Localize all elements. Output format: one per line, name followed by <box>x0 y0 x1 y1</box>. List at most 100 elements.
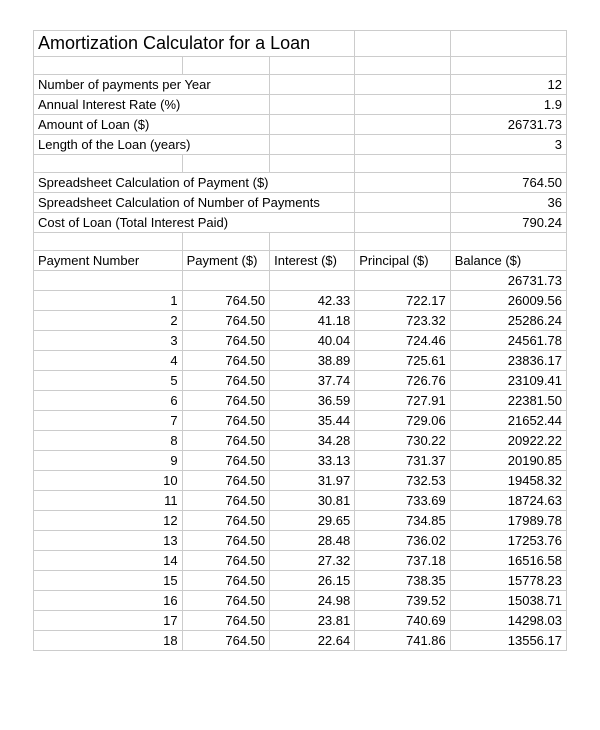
principal-amount: 722.17 <box>355 291 451 311</box>
payment-amount: 764.50 <box>182 591 270 611</box>
param-row: Length of the Loan (years) 3 <box>34 135 567 155</box>
payment-amount: 764.50 <box>182 351 270 371</box>
payment-amount: 764.50 <box>182 611 270 631</box>
calc-row: Spreadsheet Calculation of Payment ($) 7… <box>34 173 567 193</box>
param-value: 3 <box>450 135 566 155</box>
param-label: Amount of Loan ($) <box>34 115 270 135</box>
header-interest: Interest ($) <box>270 251 355 271</box>
interest-amount: 41.18 <box>270 311 355 331</box>
table-row: 17 764.50 23.81 740.69 14298.03 <box>34 611 567 631</box>
payment-amount: 764.50 <box>182 291 270 311</box>
interest-amount: 31.97 <box>270 471 355 491</box>
principal-amount: 733.69 <box>355 491 451 511</box>
balance-amount: 15038.71 <box>450 591 566 611</box>
table-row: 14 764.50 27.32 737.18 16516.58 <box>34 551 567 571</box>
payment-number: 10 <box>34 471 183 491</box>
principal-amount: 727.91 <box>355 391 451 411</box>
table-row: 18 764.50 22.64 741.86 13556.17 <box>34 631 567 651</box>
payment-amount: 764.50 <box>182 331 270 351</box>
payment-amount: 764.50 <box>182 551 270 571</box>
balance-amount: 24561.78 <box>450 331 566 351</box>
table-row: 11 764.50 30.81 733.69 18724.63 <box>34 491 567 511</box>
table-row: 15 764.50 26.15 738.35 15778.23 <box>34 571 567 591</box>
calc-row: Cost of Loan (Total Interest Paid) 790.2… <box>34 213 567 233</box>
payment-number: 5 <box>34 371 183 391</box>
balance-amount: 18724.63 <box>450 491 566 511</box>
balance-amount: 23109.41 <box>450 371 566 391</box>
interest-amount: 22.64 <box>270 631 355 651</box>
interest-amount: 27.32 <box>270 551 355 571</box>
balance-amount: 17989.78 <box>450 511 566 531</box>
amortization-table: Amortization Calculator for a Loan Numbe… <box>33 30 567 651</box>
payment-number: 17 <box>34 611 183 631</box>
payment-amount: 764.50 <box>182 471 270 491</box>
balance-amount: 13556.17 <box>450 631 566 651</box>
balance-amount: 20190.85 <box>450 451 566 471</box>
payment-number: 18 <box>34 631 183 651</box>
balance-amount: 20922.22 <box>450 431 566 451</box>
balance-amount: 15778.23 <box>450 571 566 591</box>
table-row: 13 764.50 28.48 736.02 17253.76 <box>34 531 567 551</box>
param-row: Amount of Loan ($) 26731.73 <box>34 115 567 135</box>
balance-amount: 21652.44 <box>450 411 566 431</box>
payment-number: 9 <box>34 451 183 471</box>
table-row: 4 764.50 38.89 725.61 23836.17 <box>34 351 567 371</box>
payment-amount: 764.50 <box>182 431 270 451</box>
table-row: 2 764.50 41.18 723.32 25286.24 <box>34 311 567 331</box>
principal-amount: 740.69 <box>355 611 451 631</box>
principal-amount: 730.22 <box>355 431 451 451</box>
payment-amount: 764.50 <box>182 371 270 391</box>
interest-amount: 38.89 <box>270 351 355 371</box>
payment-amount: 764.50 <box>182 451 270 471</box>
principal-amount: 741.86 <box>355 631 451 651</box>
payment-number: 4 <box>34 351 183 371</box>
table-row: 10 764.50 31.97 732.53 19458.32 <box>34 471 567 491</box>
payment-amount: 764.50 <box>182 311 270 331</box>
param-label: Number of payments per Year <box>34 75 270 95</box>
interest-amount: 42.33 <box>270 291 355 311</box>
payment-number: 13 <box>34 531 183 551</box>
interest-amount: 28.48 <box>270 531 355 551</box>
payment-number: 12 <box>34 511 183 531</box>
payment-number: 16 <box>34 591 183 611</box>
principal-amount: 738.35 <box>355 571 451 591</box>
calc-value: 764.50 <box>450 173 566 193</box>
table-row: 3 764.50 40.04 724.46 24561.78 <box>34 331 567 351</box>
calc-label: Cost of Loan (Total Interest Paid) <box>34 213 355 233</box>
interest-amount: 40.04 <box>270 331 355 351</box>
calc-row: Spreadsheet Calculation of Number of Pay… <box>34 193 567 213</box>
calc-label: Spreadsheet Calculation of Number of Pay… <box>34 193 355 213</box>
payment-number: 3 <box>34 331 183 351</box>
payment-number: 11 <box>34 491 183 511</box>
interest-amount: 29.65 <box>270 511 355 531</box>
payment-number: 8 <box>34 431 183 451</box>
principal-amount: 725.61 <box>355 351 451 371</box>
interest-amount: 24.98 <box>270 591 355 611</box>
principal-amount: 731.37 <box>355 451 451 471</box>
principal-amount: 726.76 <box>355 371 451 391</box>
payment-amount: 764.50 <box>182 511 270 531</box>
spacer-row <box>34 155 567 173</box>
param-label: Length of the Loan (years) <box>34 135 270 155</box>
title-row: Amortization Calculator for a Loan <box>34 31 567 57</box>
interest-amount: 30.81 <box>270 491 355 511</box>
initial-balance: 26731.73 <box>450 271 566 291</box>
interest-amount: 35.44 <box>270 411 355 431</box>
principal-amount: 732.53 <box>355 471 451 491</box>
principal-amount: 739.52 <box>355 591 451 611</box>
principal-amount: 729.06 <box>355 411 451 431</box>
principal-amount: 723.32 <box>355 311 451 331</box>
header-row: Payment Number Payment ($) Interest ($) … <box>34 251 567 271</box>
payment-number: 15 <box>34 571 183 591</box>
payment-number: 6 <box>34 391 183 411</box>
interest-amount: 23.81 <box>270 611 355 631</box>
interest-amount: 36.59 <box>270 391 355 411</box>
payment-amount: 764.50 <box>182 411 270 431</box>
balance-amount: 19458.32 <box>450 471 566 491</box>
payment-amount: 764.50 <box>182 531 270 551</box>
principal-amount: 724.46 <box>355 331 451 351</box>
header-principal: Principal ($) <box>355 251 451 271</box>
calc-label: Spreadsheet Calculation of Payment ($) <box>34 173 355 193</box>
payment-amount: 764.50 <box>182 631 270 651</box>
table-row: 12 764.50 29.65 734.85 17989.78 <box>34 511 567 531</box>
